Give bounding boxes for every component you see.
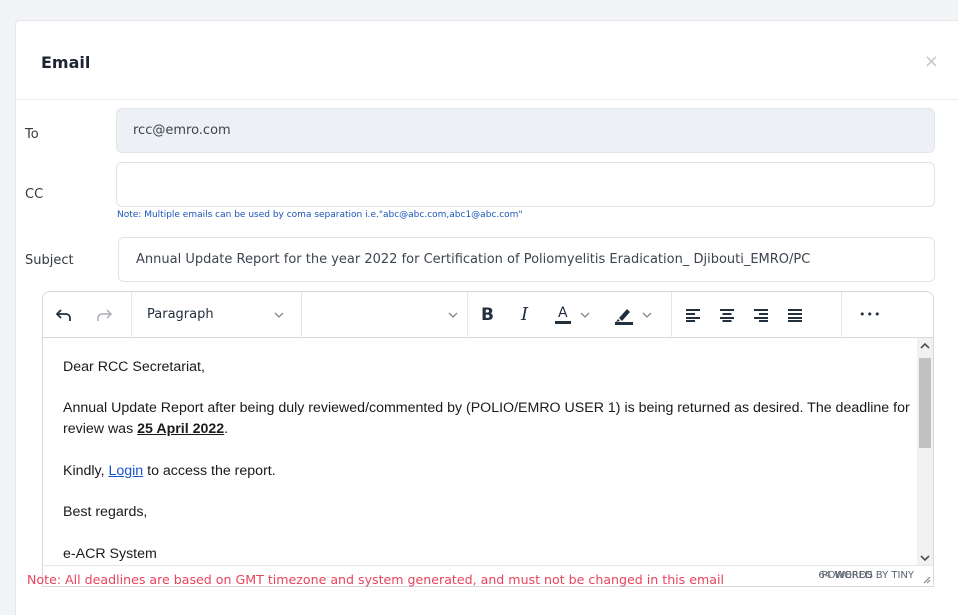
cc-note: Note: Multiple emails can be used by com…	[117, 210, 523, 220]
greeting-text: Dear RCC Secretariat,	[63, 359, 205, 375]
powered-by-link[interactable]: POWERED BY TINY	[822, 570, 915, 581]
deadline-date: 25 April 2022	[137, 421, 225, 437]
cc-field[interactable]	[116, 162, 935, 207]
scroll-up-icon[interactable]	[920, 342, 930, 350]
scroll-thumb[interactable]	[919, 358, 931, 448]
closing-text: Best regards,	[63, 504, 148, 520]
editor-scrollbar[interactable]	[917, 338, 933, 566]
timezone-warning: Note: All deadlines are based on GMT tim…	[27, 572, 724, 587]
highlight-icon[interactable]	[613, 305, 635, 325]
chevron-down-icon	[580, 312, 590, 318]
block-format-value: Paragraph	[147, 307, 214, 322]
text-color-icon[interactable]: A	[555, 305, 571, 324]
align-left-icon[interactable]	[685, 308, 701, 322]
align-center-button[interactable]	[719, 292, 735, 337]
login-prefix: Kindly,	[63, 463, 109, 479]
subject-field[interactable]: Annual Update Report for the year 2022 f…	[118, 237, 935, 282]
to-field[interactable]: rcc@emro.com	[116, 108, 935, 153]
resize-handle-icon[interactable]	[921, 574, 931, 584]
scroll-down-icon[interactable]	[920, 554, 930, 562]
chevron-down-icon	[448, 312, 458, 318]
italic-button[interactable]: I	[521, 292, 528, 337]
close-icon[interactable]: ×	[924, 51, 939, 72]
align-left-button[interactable]	[685, 292, 701, 337]
block-format-select[interactable]: Paragraph	[147, 292, 287, 337]
login-suffix: to access the report.	[143, 463, 276, 479]
redo-icon[interactable]	[95, 306, 113, 324]
justify-icon[interactable]	[787, 308, 803, 322]
highlight-button[interactable]	[613, 292, 653, 337]
rich-text-editor: Paragraph B I A ••• Dear RCC Secretariat…	[42, 291, 934, 587]
subject-label: Subject	[25, 253, 74, 268]
close-button[interactable]: ×	[924, 51, 939, 72]
more-icon[interactable]: •••	[859, 308, 881, 321]
body-paragraph: Annual Update Report after being duly re…	[63, 398, 911, 440]
redo-button[interactable]	[95, 292, 113, 337]
login-paragraph: Kindly, Login to access the report.	[63, 461, 911, 482]
align-right-icon[interactable]	[753, 308, 769, 322]
modal-title: Email	[41, 53, 91, 72]
editor-content[interactable]: Dear RCC Secretariat, Annual Update Repo…	[43, 338, 917, 566]
body-paragraph-end: .	[224, 421, 229, 437]
text-color-button[interactable]: A	[555, 292, 591, 337]
modal-header: Email ×	[16, 21, 958, 100]
align-right-button[interactable]	[753, 292, 769, 337]
to-label: To	[25, 127, 39, 142]
signature-text: e-ACR System	[63, 546, 157, 562]
bold-icon[interactable]: B	[481, 305, 494, 325]
undo-icon[interactable]	[55, 306, 73, 324]
font-select[interactable]	[313, 292, 463, 337]
more-button[interactable]: •••	[859, 292, 881, 337]
justify-button[interactable]	[787, 292, 803, 337]
align-center-icon[interactable]	[719, 308, 735, 322]
cc-label: CC	[25, 187, 44, 202]
chevron-down-icon	[642, 312, 652, 318]
chevron-down-icon	[274, 312, 284, 318]
italic-icon[interactable]: I	[521, 304, 528, 325]
editor-toolbar: Paragraph B I A •••	[43, 292, 933, 338]
login-link[interactable]: Login	[108, 463, 143, 479]
bold-button[interactable]: B	[481, 292, 494, 337]
undo-button[interactable]	[55, 292, 73, 337]
